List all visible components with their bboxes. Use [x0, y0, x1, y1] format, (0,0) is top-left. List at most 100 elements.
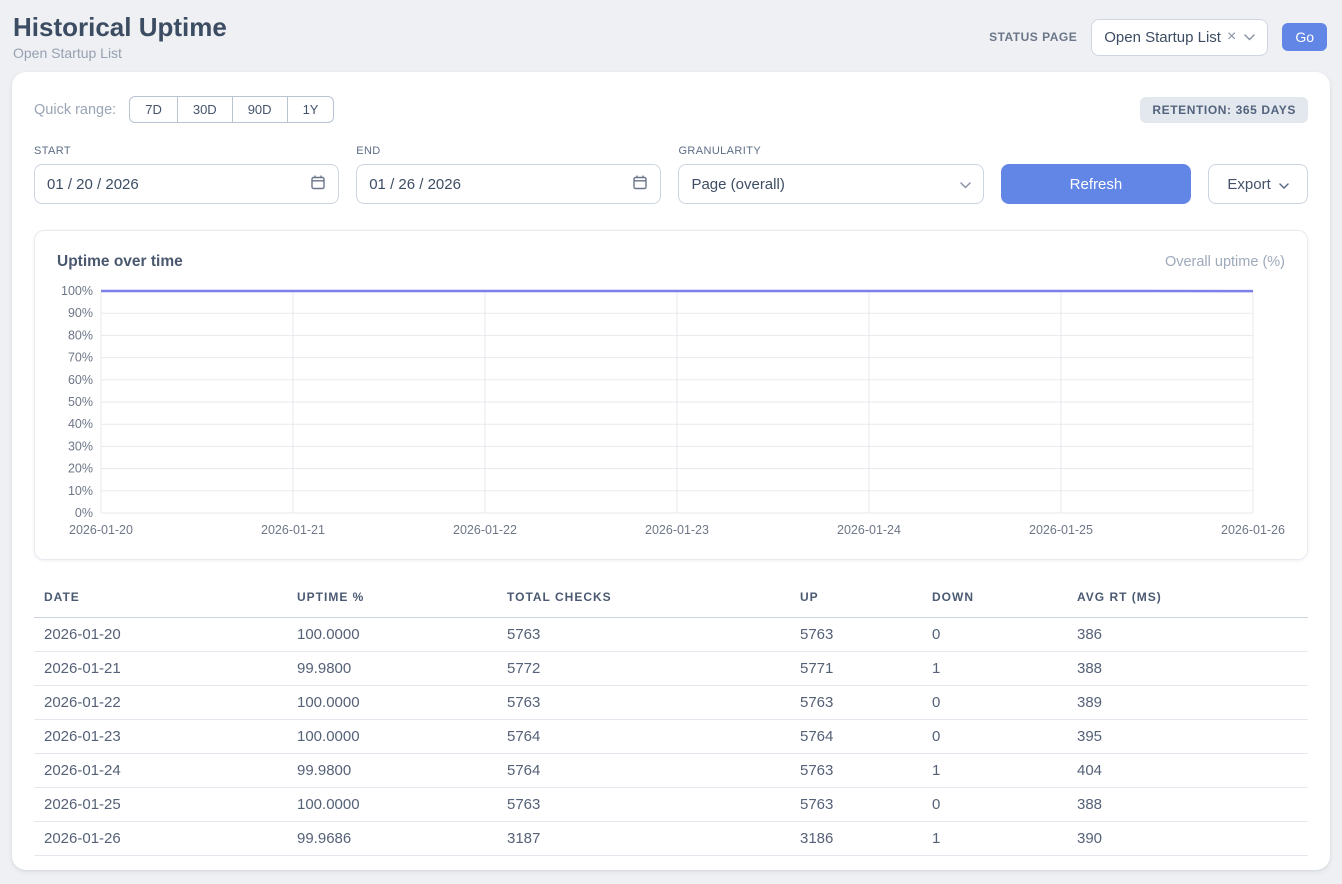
end-date-input[interactable]: 01 / 26 / 2026 — [356, 164, 661, 204]
column-header-down: DOWN — [922, 586, 1067, 618]
title-block: Historical Uptime Open Startup List — [13, 13, 227, 61]
table-cell: 1 — [922, 754, 1067, 788]
start-date-input[interactable]: 01 / 20 / 2026 — [34, 164, 339, 204]
header-right: STATUS PAGE Open Startup List × Go — [989, 19, 1327, 56]
table-cell: 99.9800 — [287, 652, 497, 686]
table-cell: 99.9686 — [287, 822, 497, 856]
export-button-label: Export — [1227, 176, 1270, 193]
refresh-button[interactable]: Refresh — [1001, 164, 1192, 204]
table-header-row: DATEUPTIME %TOTAL CHECKSUPDOWNAVG RT (MS… — [34, 586, 1308, 618]
uptime-table-wrap: DATEUPTIME %TOTAL CHECKSUPDOWNAVG RT (MS… — [34, 586, 1308, 856]
table-row: 2026-01-25100.0000576357630388 — [34, 788, 1308, 822]
main-card: Quick range: 7D30D90D1Y RETENTION: 365 D… — [12, 72, 1330, 870]
clear-icon[interactable]: × — [1227, 29, 1236, 45]
quick-range-30d-button[interactable]: 30D — [177, 96, 233, 123]
start-date-label: START — [34, 145, 339, 157]
table-cell: 1 — [922, 822, 1067, 856]
table-cell: 5763 — [497, 788, 790, 822]
table-cell: 388 — [1067, 652, 1308, 686]
filters-top-row: Quick range: 7D30D90D1Y RETENTION: 365 D… — [34, 96, 1308, 123]
table-cell: 2026-01-23 — [34, 720, 287, 754]
table-row: 2026-01-20100.0000576357630386 — [34, 618, 1308, 652]
status-page-label: STATUS PAGE — [989, 30, 1077, 44]
chevron-down-icon — [1279, 176, 1289, 193]
table-cell: 2026-01-20 — [34, 618, 287, 652]
table-cell: 2026-01-21 — [34, 652, 287, 686]
granularity-select[interactable]: Page (overall) — [678, 164, 983, 204]
uptime-line-chart: 0%10%20%30%40%50%60%70%80%90%100%2026-01… — [57, 283, 1285, 543]
retention-badge: RETENTION: 365 DAYS — [1140, 97, 1308, 123]
svg-text:2026-01-26: 2026-01-26 — [1221, 523, 1285, 537]
table-cell: 1 — [922, 652, 1067, 686]
svg-text:50%: 50% — [68, 395, 93, 409]
table-cell: 2026-01-24 — [34, 754, 287, 788]
quick-range-1y-button[interactable]: 1Y — [287, 96, 335, 123]
table-cell: 389 — [1067, 686, 1308, 720]
table-cell: 395 — [1067, 720, 1308, 754]
export-button[interactable]: Export — [1208, 164, 1308, 204]
svg-text:70%: 70% — [68, 351, 93, 365]
filters-form-row: START 01 / 20 / 2026 END 01 / 26 / 2026 … — [34, 145, 1308, 204]
column-header-avg-rt-ms: AVG RT (MS) — [1067, 586, 1308, 618]
svg-text:60%: 60% — [68, 373, 93, 387]
svg-text:80%: 80% — [68, 328, 93, 342]
table-cell: 5772 — [497, 652, 790, 686]
end-date-value: 01 / 26 / 2026 — [369, 176, 461, 193]
table-row: 2026-01-2499.9800576457631404 — [34, 754, 1308, 788]
table-cell: 2026-01-25 — [34, 788, 287, 822]
table-cell: 0 — [922, 788, 1067, 822]
table-cell: 5764 — [497, 754, 790, 788]
granularity-field-group: GRANULARITY Page (overall) — [678, 145, 983, 204]
calendar-icon[interactable] — [632, 174, 648, 194]
end-date-field-group: END 01 / 26 / 2026 — [356, 145, 661, 204]
status-page-select[interactable]: Open Startup List × — [1091, 19, 1268, 56]
table-cell: 100.0000 — [287, 720, 497, 754]
start-date-field-group: START 01 / 20 / 2026 — [34, 145, 339, 204]
quick-range-7d-button[interactable]: 7D — [129, 96, 178, 123]
table-cell: 3187 — [497, 822, 790, 856]
top-header: Historical Uptime Open Startup List STAT… — [0, 0, 1342, 72]
table-cell: 404 — [1067, 754, 1308, 788]
table-row: 2026-01-22100.0000576357630389 — [34, 686, 1308, 720]
table-row: 2026-01-2199.9800577257711388 — [34, 652, 1308, 686]
uptime-table: DATEUPTIME %TOTAL CHECKSUPDOWNAVG RT (MS… — [34, 586, 1308, 856]
svg-text:0%: 0% — [75, 506, 93, 520]
table-cell: 100.0000 — [287, 686, 497, 720]
granularity-label: GRANULARITY — [678, 145, 983, 157]
table-cell: 0 — [922, 720, 1067, 754]
svg-text:2026-01-20: 2026-01-20 — [69, 523, 133, 537]
page-title: Historical Uptime — [13, 13, 227, 42]
table-cell: 0 — [922, 686, 1067, 720]
calendar-icon[interactable] — [310, 174, 326, 194]
svg-text:40%: 40% — [68, 417, 93, 431]
svg-text:2026-01-21: 2026-01-21 — [261, 523, 325, 537]
svg-text:10%: 10% — [68, 484, 93, 498]
quick-range-90d-button[interactable]: 90D — [232, 96, 288, 123]
table-cell: 5763 — [790, 686, 922, 720]
column-header-uptime: UPTIME % — [287, 586, 497, 618]
table-cell: 5763 — [790, 618, 922, 652]
go-button[interactable]: Go — [1282, 23, 1327, 51]
column-header-up: UP — [790, 586, 922, 618]
quick-range-label: Quick range: — [34, 102, 116, 118]
chart-legend: Overall uptime (%) — [1165, 254, 1285, 270]
svg-text:30%: 30% — [68, 439, 93, 453]
table-cell: 5763 — [497, 618, 790, 652]
table-cell: 5764 — [790, 720, 922, 754]
table-cell: 388 — [1067, 788, 1308, 822]
table-cell: 99.9800 — [287, 754, 497, 788]
table-cell: 100.0000 — [287, 618, 497, 652]
table-cell: 5763 — [790, 788, 922, 822]
table-cell: 5763 — [790, 754, 922, 788]
table-cell: 5771 — [790, 652, 922, 686]
svg-text:90%: 90% — [68, 306, 93, 320]
table-cell: 0 — [922, 618, 1067, 652]
end-date-label: END — [356, 145, 661, 157]
svg-text:2026-01-24: 2026-01-24 — [837, 523, 901, 537]
chevron-down-icon — [1244, 28, 1255, 46]
table-cell: 2026-01-22 — [34, 686, 287, 720]
table-cell: 100.0000 — [287, 788, 497, 822]
uptime-chart-card: Uptime over time Overall uptime (%) 0% 10… — [34, 230, 1308, 560]
chart-title: Uptime over time — [57, 253, 183, 271]
svg-text:2026-01-22: 2026-01-22 — [453, 523, 517, 537]
